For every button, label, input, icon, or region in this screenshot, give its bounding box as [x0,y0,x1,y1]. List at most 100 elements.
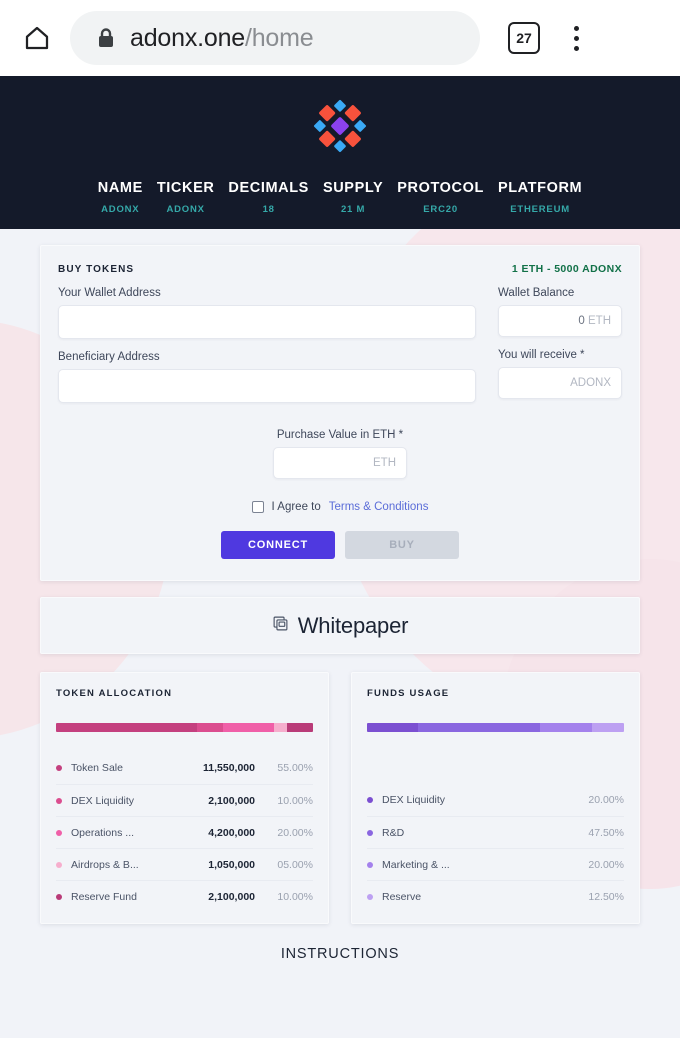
whitepaper-card[interactable]: Whitepaper [40,597,640,654]
stat-label: SUPPLY [322,180,384,196]
stat-label: PLATFORM [497,180,583,196]
bar-segment-reserve [591,723,624,732]
copy-pages-icon [272,615,289,637]
stat-label: TICKER [156,180,215,196]
legend-label: R&D [382,826,405,839]
legend-dot [367,861,373,868]
token-allocation-title: TOKEN ALLOCATION [56,688,173,699]
legend-label: Reserve [382,890,422,903]
legend-percent: 20.00% [588,858,624,871]
page-content: BUY TOKENS 1 ETH - 5000 ADONX Your Walle… [0,245,680,962]
wallet-balance-display: 0 ETH [498,305,622,337]
wallet-address-label: Your Wallet Address [58,287,161,299]
form-column-right: Wallet Balance 0 ETH You will receive * … [498,287,622,415]
bar-segment-marketing [540,723,592,732]
stat-value: ERC20 [423,204,458,215]
beneficiary-address-input[interactable] [58,369,476,403]
legend-percent: 12.50% [588,890,624,903]
bar-segment-token-sale [56,723,198,732]
whitepaper-label: Whitepaper [297,612,409,638]
legend-amount: 2,100,000 [208,794,255,807]
bar-segment-reserve-fund [287,723,313,732]
stat-value: ADONX [101,204,140,215]
more-vertical-icon[interactable] [558,25,594,51]
stat-value: 18 [262,204,275,215]
beneficiary-address-field: Beneficiary Address [58,351,476,403]
url-path: /home [244,23,314,52]
browser-toolbar: adonx.one/home 27 [0,0,680,76]
list-item: Operations ... 4,200,000 20.00% [56,816,313,848]
stat-decimals: DECIMALS 18 [221,180,316,215]
list-item: Reserve 12.50% [367,880,624,912]
bar-segment-operations [223,723,275,732]
funds-usage-bar [367,723,624,732]
stat-ticker: TICKER ADONX [150,180,222,215]
stat-label: PROTOCOL [397,180,484,196]
stat-platform: PLATFORM ETHEREUM [491,180,589,215]
legend-percent: 20.00% [277,826,313,839]
bar-segment-airdrops [274,723,288,732]
lock-icon [96,27,116,49]
list-item: DEX Liquidity 2,100,000 10.00% [56,784,313,816]
buy-button: BUY [345,531,459,559]
bar-segment-rnd [418,723,541,732]
form-column-left: Your Wallet Address Beneficiary Address [58,287,476,415]
site-header: NAME ADONX TICKER ADONX DECIMALS 18 SUPP… [0,76,680,229]
list-item: Token Sale 11,550,000 55.00% [56,752,313,784]
list-item: R&D 47.50% [367,816,624,848]
purchase-value-field: Purchase Value in ETH * ETH [58,429,622,479]
purchase-value-label: Purchase Value in ETH * [276,429,404,441]
buy-form: Your Wallet Address Beneficiary Address [58,287,622,415]
you-will-receive-input[interactable]: ADONX [498,367,622,399]
wallet-address-field: Your Wallet Address [58,287,476,339]
legend-dot [56,829,62,836]
funds-usage-title: FUNDS USAGE [367,688,450,699]
stat-value: ETHEREUM [510,204,570,215]
address-bar[interactable]: adonx.one/home [70,11,480,65]
url-domain: adonx.one [130,23,245,52]
legend-dot [56,797,62,804]
exchange-rate: 1 ETH - 5000 ADONX [511,263,622,275]
legend-percent: 10.00% [277,794,313,807]
bar-segment-dex-liquidity [367,723,419,732]
wallet-balance-field: Wallet Balance 0 ETH [498,287,622,337]
legend-percent: 05.00% [277,858,313,871]
you-will-receive-placeholder: ADONX [570,377,611,389]
tab-counter-button[interactable]: 27 [508,22,540,54]
action-buttons: CONNECT BUY [58,531,622,559]
buy-tokens-header: BUY TOKENS 1 ETH - 5000 ADONX [58,263,622,275]
home-icon[interactable] [14,15,60,61]
legend-dot [367,893,373,900]
token-allocation-legend: Token Sale 11,550,000 55.00% DEX Liquidi… [56,752,313,912]
connect-button[interactable]: CONNECT [221,531,335,559]
wallet-address-input[interactable] [58,305,476,339]
legend-dot [56,861,62,868]
logo-wrap [0,98,680,154]
purchase-value-input[interactable]: ETH [273,447,407,479]
token-allocation-bar [56,723,313,732]
legend-amount: 1,050,000 [208,858,255,871]
you-will-receive-field: You will receive * ADONX [498,349,622,399]
token-allocation-card: TOKEN ALLOCATION Token Sale 11,550,000 5… [40,672,329,924]
wallet-balance-unit: ETH [588,315,611,327]
legend-label: Reserve Fund [71,890,137,903]
legend-label: Airdrops & B... [71,858,139,871]
list-item: DEX Liquidity 20.00% [367,784,624,816]
stat-protocol: PROTOCOL ERC20 [390,180,491,215]
legend-percent: 55.00% [277,762,313,774]
legend-label: Marketing & ... [382,858,450,871]
legend-percent: 47.50% [588,826,624,839]
legend-amount: 2,100,000 [208,890,255,903]
list-item: Airdrops & B... 1,050,000 05.00% [56,848,313,880]
stat-value: 21 M [340,204,366,215]
stat-name: NAME ADONX [91,180,150,215]
legend-label: DEX Liquidity [382,794,446,806]
instructions-heading: INSTRUCTIONS [280,946,400,962]
terms-and-conditions-link[interactable]: Terms & Conditions [329,501,429,513]
terms-checkbox[interactable] [251,501,264,513]
wallet-balance-label: Wallet Balance [498,287,575,299]
legend-dot [367,797,373,803]
stat-supply: SUPPLY 21 M [316,180,390,215]
legend-percent: 20.00% [588,794,624,806]
legend-dot [367,829,373,836]
